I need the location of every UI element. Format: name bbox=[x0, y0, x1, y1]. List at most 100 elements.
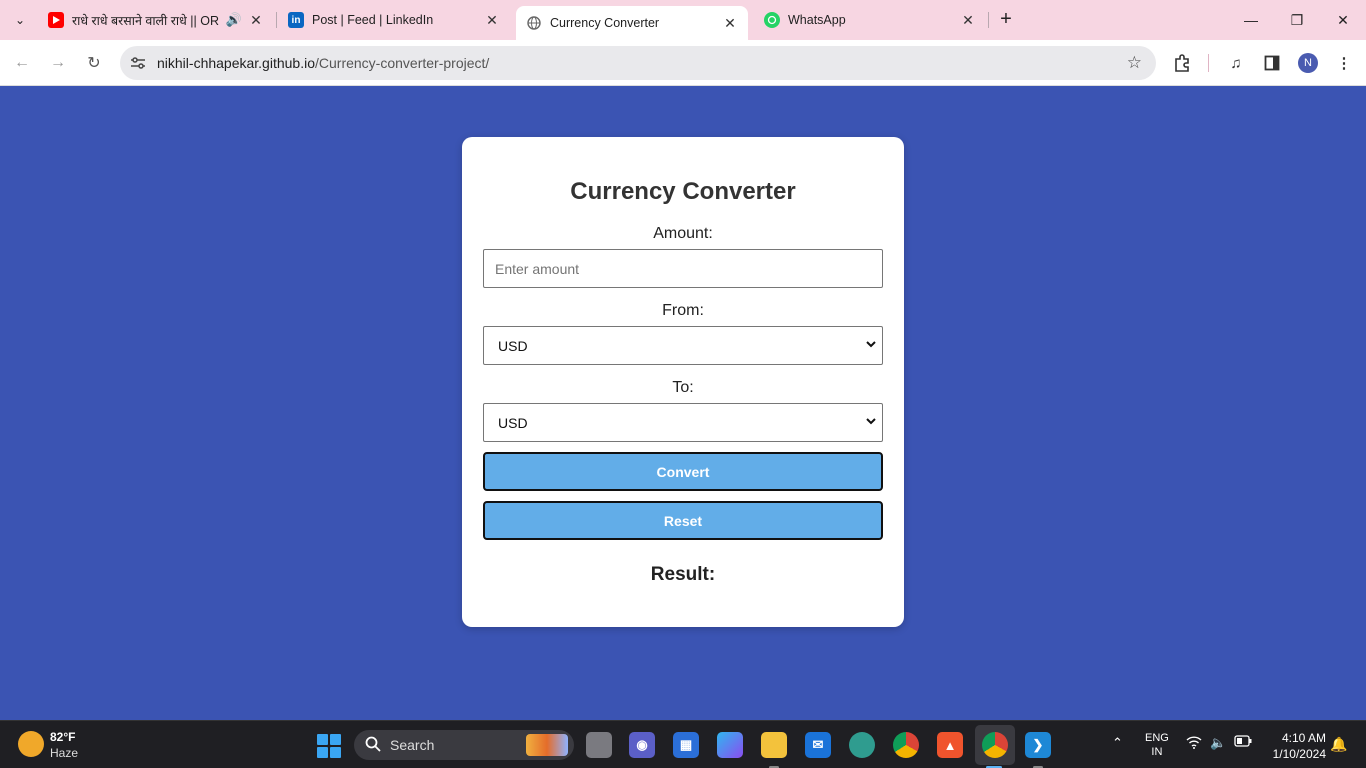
reset-button[interactable]: Reset bbox=[483, 501, 883, 540]
tab-separator bbox=[276, 12, 277, 28]
copilot-icon[interactable] bbox=[717, 732, 743, 758]
url-path: /Currency-converter-project/ bbox=[315, 55, 490, 71]
side-panel-icon[interactable] bbox=[1261, 52, 1283, 74]
weather-temperature[interactable]: 82°F bbox=[50, 730, 75, 744]
restore-button[interactable]: ❐ bbox=[1274, 0, 1320, 40]
linkedin-icon: in bbox=[288, 12, 304, 28]
weather-haze-icon[interactable] bbox=[18, 731, 44, 757]
search-label: Search bbox=[390, 737, 435, 753]
reload-icon: ↻ bbox=[87, 55, 101, 72]
volume-icon[interactable]: 🔈 bbox=[1210, 735, 1226, 751]
file-explorer-icon[interactable] bbox=[761, 732, 787, 758]
clock-date: 1/10/2024 bbox=[1272, 747, 1326, 761]
profile-avatar[interactable]: N bbox=[1298, 53, 1318, 73]
region-code: IN bbox=[1151, 746, 1163, 758]
tab-title: Post | Feed | LinkedIn bbox=[312, 13, 434, 27]
wifi-icon[interactable] bbox=[1186, 735, 1202, 752]
close-tab-icon[interactable]: ✕ bbox=[248, 12, 264, 29]
tab-bar: ⌄ राधे राधे बरसाने वाली राधे || OR 🔊 ✕ i… bbox=[0, 0, 1366, 40]
result-heading: Result: bbox=[650, 564, 716, 585]
tab-title: Currency Converter bbox=[550, 16, 660, 30]
close-tab-icon[interactable]: ✕ bbox=[484, 12, 500, 29]
close-tab-icon[interactable]: ✕ bbox=[960, 12, 976, 29]
arrow-left-icon: ← bbox=[14, 54, 30, 71]
url-host: nikhil-chhapekar.github.io bbox=[157, 55, 315, 71]
system-clock[interactable]: 4:10 AM 1/10/2024 bbox=[1262, 730, 1326, 762]
to-label: To: bbox=[672, 379, 694, 396]
tab-title: राधे राधे बरसाने वाली राधे || OR bbox=[72, 13, 219, 28]
tab-separator bbox=[988, 12, 989, 28]
to-selected-value: USD bbox=[498, 414, 528, 431]
search-icon bbox=[365, 736, 381, 755]
url-text: nikhil-chhapekar.github.io/Currency-conv… bbox=[157, 55, 489, 71]
to-currency-select[interactable]: USD bbox=[483, 403, 883, 442]
mail-icon[interactable]: ✉ bbox=[805, 732, 831, 758]
brave-icon[interactable]: ▲ bbox=[937, 732, 963, 758]
close-window-button[interactable]: ✕ bbox=[1320, 0, 1366, 40]
tab-youtube[interactable]: राधे राधे बरसाने वाली राधे || OR 🔊 ✕ bbox=[38, 0, 274, 40]
chevron-down-icon bbox=[866, 415, 876, 429]
taskbar-search[interactable]: Search bbox=[354, 730, 574, 760]
search-highlight-image bbox=[526, 734, 568, 756]
address-bar[interactable]: nikhil-chhapekar.github.io/Currency-conv… bbox=[120, 46, 1156, 80]
store-icon[interactable]: ▦ bbox=[673, 732, 699, 758]
windows-logo-pane bbox=[317, 747, 328, 758]
battery-icon[interactable] bbox=[1234, 735, 1252, 750]
weather-condition[interactable]: Haze bbox=[50, 746, 78, 760]
teams-icon[interactable]: ◉ bbox=[629, 732, 655, 758]
chrome-icon[interactable] bbox=[893, 732, 919, 758]
tab-currency-converter[interactable]: Currency Converter ✕ bbox=[516, 6, 748, 40]
convert-button[interactable]: Convert bbox=[483, 452, 883, 491]
amount-input[interactable]: Enter amount bbox=[483, 249, 883, 288]
back-button[interactable]: ← bbox=[9, 50, 35, 76]
speaker-icon[interactable]: 🔊 bbox=[226, 12, 242, 28]
forward-button[interactable]: → bbox=[45, 50, 71, 76]
reload-button[interactable]: ↻ bbox=[81, 50, 107, 76]
chevron-down-icon bbox=[866, 338, 876, 352]
extensions-icon[interactable] bbox=[1171, 52, 1193, 74]
tab-title: WhatsApp bbox=[788, 13, 846, 27]
restore-icon: ❐ bbox=[1290, 11, 1304, 28]
show-hidden-icons-chevron-icon[interactable]: ⌃ bbox=[1112, 735, 1123, 751]
bookmark-star-icon[interactable]: ☆ bbox=[1127, 53, 1142, 73]
youtube-icon bbox=[48, 12, 64, 28]
media-control-icon[interactable]: ♫ bbox=[1225, 52, 1247, 74]
profile-initial: N bbox=[1304, 57, 1312, 69]
browser-toolbar: ← → ↻ nikhil-chhapekar.github.io/Currenc… bbox=[0, 40, 1366, 86]
toolbar-separator bbox=[1208, 54, 1209, 72]
amount-label: Amount: bbox=[653, 225, 713, 242]
whatsapp-icon bbox=[764, 12, 780, 28]
close-icon: ✕ bbox=[1337, 11, 1349, 28]
close-tab-icon[interactable]: ✕ bbox=[722, 15, 738, 32]
from-currency-select[interactable]: USD bbox=[483, 326, 883, 365]
edge-icon[interactable] bbox=[849, 732, 875, 758]
plus-icon: + bbox=[1000, 8, 1012, 30]
taskbar: 82°F Haze Search ◉ ▦ ✉ ▲ ❯ ⌃ ENG IN 🔈 4:… bbox=[0, 720, 1366, 768]
from-label: From: bbox=[662, 302, 704, 319]
new-tab-button[interactable]: + bbox=[994, 8, 1018, 32]
arrow-right-icon: → bbox=[50, 54, 66, 71]
chrome-profile-icon[interactable] bbox=[982, 732, 1008, 758]
tab-linkedin[interactable]: in Post | Feed | LinkedIn ✕ bbox=[278, 0, 510, 40]
windows-logo-pane bbox=[330, 747, 341, 758]
language-code: ENG bbox=[1145, 732, 1169, 744]
input-language[interactable]: ENG IN bbox=[1145, 731, 1169, 759]
converter-card: Currency Converter Amount: Enter amount … bbox=[462, 137, 904, 627]
minimize-icon: — bbox=[1244, 12, 1258, 28]
amount-placeholder: Enter amount bbox=[495, 260, 580, 277]
globe-icon bbox=[526, 15, 542, 31]
page-title: Currency Converter bbox=[570, 178, 796, 205]
minimize-button[interactable]: — bbox=[1228, 0, 1274, 40]
chevron-down-icon: ⌄ bbox=[14, 13, 26, 27]
notification-bell-icon[interactable]: 🔔 bbox=[1330, 736, 1347, 753]
windows-logo-pane bbox=[330, 734, 341, 745]
vscode-icon[interactable]: ❯ bbox=[1025, 732, 1051, 758]
clock-time: 4:10 AM bbox=[1281, 731, 1326, 745]
task-view-icon[interactable] bbox=[586, 732, 612, 758]
tab-whatsapp[interactable]: WhatsApp ✕ bbox=[754, 0, 986, 40]
windows-logo-pane bbox=[317, 734, 328, 745]
menu-kebab-icon[interactable]: ⋮ bbox=[1333, 52, 1355, 74]
site-info-icon[interactable] bbox=[128, 53, 148, 73]
tab-search-button[interactable]: ⌄ bbox=[8, 8, 32, 32]
start-button[interactable] bbox=[317, 734, 341, 758]
